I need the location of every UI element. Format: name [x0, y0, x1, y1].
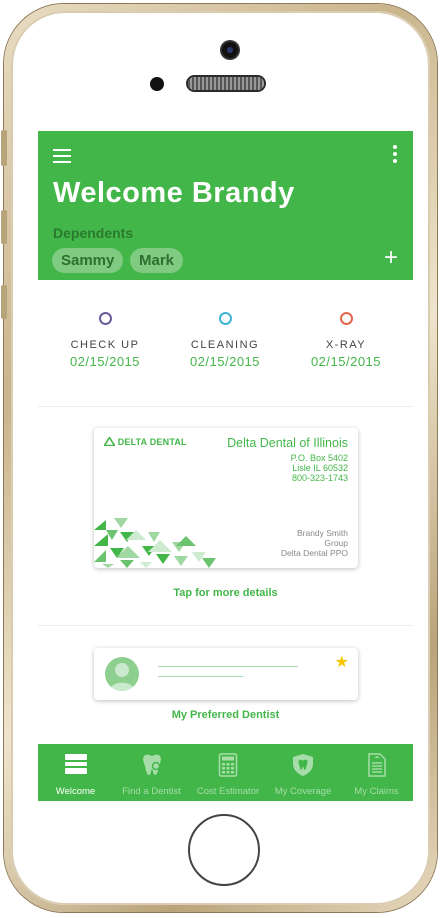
preferred-dentist-card[interactable]: ★ — [94, 648, 358, 700]
card-org-name: Delta Dental of Illinois — [227, 436, 348, 450]
tab-cost-estimator[interactable]: Cost Estimator — [190, 744, 266, 801]
tab-label: My Claims — [354, 786, 399, 797]
front-camera — [222, 42, 238, 58]
welcome-header: Welcome Brandy Dependents Sammy Mark + — [38, 131, 413, 280]
appointment-cleaning[interactable]: CLEANING 02/15/2015 — [165, 312, 285, 369]
id-card-section: DELTA DENTAL Delta Dental of Illinois P.… — [38, 407, 413, 626]
tab-label: My Coverage — [274, 786, 332, 797]
dependent-chip-mark[interactable]: Mark — [130, 248, 184, 273]
delta-dental-logo: DELTA DENTAL — [103, 435, 187, 447]
member-name: Brandy Smith — [296, 528, 348, 538]
address-line: Lisle IL 60532 — [292, 463, 348, 473]
welcome-title: Welcome Brandy — [53, 177, 295, 209]
hamburger-menu-icon[interactable] — [53, 149, 71, 163]
card-address: P.O. Box 5402 Lisle IL 60532 800-323-174… — [291, 453, 348, 483]
triangle-pattern-art — [94, 518, 216, 568]
star-icon[interactable]: ★ — [335, 652, 349, 672]
welcome-icon — [64, 754, 87, 774]
member-id-card[interactable]: DELTA DENTAL Delta Dental of Illinois P.… — [94, 428, 358, 568]
proximity-sensor — [150, 77, 164, 91]
volume-down-button — [1, 285, 7, 319]
document-icon — [367, 753, 386, 777]
placeholder-line — [158, 666, 298, 667]
mute-switch — [1, 130, 7, 166]
delta-triangle-icon — [103, 435, 116, 447]
appointment-checkup[interactable]: CHECK UP 02/15/2015 — [45, 312, 165, 369]
volume-up-button — [1, 210, 7, 244]
app-screen: Welcome Brandy Dependents Sammy Mark + C… — [38, 131, 413, 801]
card-member-info: Brandy Smith Group Delta Dental PPO — [281, 528, 348, 558]
preferred-dentist-section: ★ My Preferred Dentist — [38, 626, 413, 746]
preferred-dentist-label[interactable]: My Preferred Dentist — [38, 709, 413, 721]
dependents-label: Dependents — [53, 225, 134, 241]
tab-my-claims[interactable]: My Claims — [340, 744, 413, 801]
shield-tooth-icon — [293, 754, 313, 776]
appointment-xray[interactable]: X-RAY 02/15/2015 — [286, 312, 406, 369]
calculator-icon — [218, 753, 238, 777]
appointment-date: 02/15/2015 — [310, 354, 382, 369]
tab-label: Welcome — [55, 786, 96, 797]
tab-my-coverage[interactable]: My Coverage — [266, 744, 340, 801]
home-button[interactable] — [188, 814, 260, 886]
tab-label: Find a Dentist — [122, 786, 181, 797]
appointment-label: X-RAY — [325, 339, 367, 351]
phone-line: 800-323-1743 — [291, 473, 348, 483]
tap-for-details-link[interactable]: Tap for more details — [38, 587, 413, 599]
appointment-date: 02/15/2015 — [69, 354, 141, 369]
tooth-search-icon — [142, 754, 162, 775]
member-plan: Delta Dental PPO — [280, 548, 348, 558]
dependent-chip-sammy[interactable]: Sammy — [52, 248, 124, 273]
status-ring-icon — [218, 312, 232, 325]
bottom-tab-bar: Welcome Find a Dentist Cost Estimator My… — [38, 744, 413, 801]
appointment-label: CHECK UP — [70, 339, 140, 351]
brand-name: DELTA DENTAL — [117, 437, 187, 447]
earpiece-speaker — [188, 77, 264, 90]
appointments-row: CHECK UP 02/15/2015 CLEANING 02/15/2015 … — [38, 280, 413, 407]
appointment-date: 02/15/2015 — [189, 354, 261, 369]
overflow-menu-icon[interactable] — [393, 145, 397, 166]
member-group: Group — [324, 538, 348, 548]
dentist-avatar-icon — [105, 657, 139, 691]
tab-label: Cost Estimator — [196, 786, 260, 797]
address-line: P.O. Box 5402 — [290, 453, 348, 463]
tab-welcome[interactable]: Welcome — [38, 744, 113, 801]
placeholder-line — [158, 676, 243, 677]
tab-find-dentist[interactable]: Find a Dentist — [113, 744, 190, 801]
appointment-label: CLEANING — [190, 339, 260, 351]
status-ring-icon — [98, 312, 112, 325]
status-ring-icon — [339, 312, 353, 325]
add-dependent-icon[interactable]: + — [384, 244, 398, 272]
